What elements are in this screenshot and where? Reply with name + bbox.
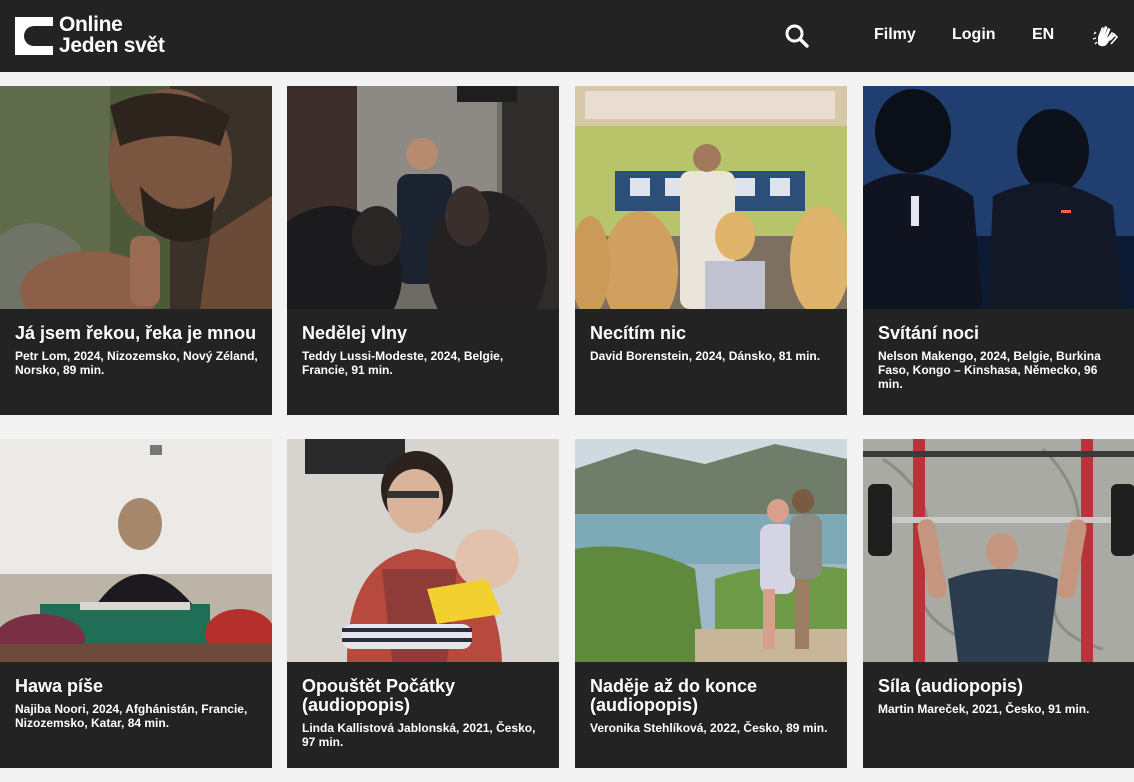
film-title: Naděje až do konce (audiopopis) <box>590 676 758 715</box>
film-meta: Teddy Lussi-Modeste, 2024, Belgie, Franc… <box>302 349 504 377</box>
film-info: Hawa píše Najiba Noori, 2024, Afghánistá… <box>15 676 260 731</box>
logo-line-1: Online <box>59 13 123 36</box>
film-card[interactable]: Nedělej vlny Teddy Lussi-Modeste, 2024, … <box>287 86 559 415</box>
film-title: Necítím nic <box>590 323 687 343</box>
film-poster <box>863 86 1134 309</box>
film-card[interactable]: Já jsem řekou, řeka je mnou Petr Lom, 20… <box>0 86 272 415</box>
film-meta: Veronika Stehlíková, 2022, Česko, 89 min… <box>590 721 828 735</box>
film-title: Síla (audiopopis) <box>878 676 1024 696</box>
film-meta: Nelson Makengo, 2024, Belgie, Burkina Fa… <box>878 349 1101 391</box>
film-title: Já jsem řekou, řeka je mnou <box>15 323 257 343</box>
film-meta: Najiba Noori, 2024, Afghánistán, Francie… <box>15 702 248 730</box>
sign-language-icon[interactable] <box>1092 22 1120 50</box>
film-meta: Petr Lom, 2024, Nizozemsko, Nový Zéland,… <box>15 349 258 377</box>
nav-login-link[interactable]: Login <box>952 25 996 45</box>
film-info: Naděje až do konce (audiopopis) Veronika… <box>590 676 835 736</box>
logo-line-2: Jeden svět <box>59 34 165 57</box>
top-bar: Online Jeden svět Filmy Login EN <box>0 0 1134 72</box>
logo-text: Online Jeden svět <box>59 14 165 56</box>
search-icon[interactable] <box>784 23 810 49</box>
film-poster <box>287 86 559 309</box>
film-card[interactable]: Síla (audiopopis) Martin Mareček, 2021, … <box>863 439 1134 768</box>
film-title: Nedělej vlny <box>302 323 408 343</box>
film-info: Opouštět Počátky (audiopopis) Linda Kall… <box>302 676 547 750</box>
film-card[interactable]: Opouštět Počátky (audiopopis) Linda Kall… <box>287 439 559 768</box>
film-meta: Martin Mareček, 2021, Česko, 91 min. <box>878 702 1090 716</box>
film-meta: Linda Kallistová Jablonská, 2021, Česko,… <box>302 721 536 749</box>
film-info: Já jsem řekou, řeka je mnou Petr Lom, 20… <box>15 323 260 378</box>
film-poster <box>0 86 272 309</box>
film-title: Hawa píše <box>15 676 104 696</box>
film-title: Svítání noci <box>878 323 980 343</box>
film-card[interactable]: Naděje až do konce (audiopopis) Veronika… <box>575 439 847 768</box>
site-logo[interactable]: Online Jeden svět <box>15 14 165 56</box>
language-switch[interactable]: EN <box>1032 25 1054 45</box>
film-poster <box>287 439 559 662</box>
film-info: Nedělej vlny Teddy Lussi-Modeste, 2024, … <box>302 323 547 378</box>
nav-films-link[interactable]: Filmy <box>874 25 916 45</box>
film-title: Opouštět Počátky (audiopopis) <box>302 676 456 715</box>
film-info: Síla (audiopopis) Martin Mareček, 2021, … <box>878 676 1123 717</box>
film-card[interactable]: Svítání noci Nelson Makengo, 2024, Belgi… <box>863 86 1134 415</box>
film-poster <box>575 439 847 662</box>
logo-mark <box>15 17 53 55</box>
film-poster <box>0 439 272 662</box>
film-info: Svítání noci Nelson Makengo, 2024, Belgi… <box>878 323 1123 392</box>
film-meta: David Borenstein, 2024, Dánsko, 81 min. <box>590 349 821 363</box>
film-poster <box>863 439 1134 662</box>
film-info: Necítím nic David Borenstein, 2024, Dáns… <box>590 323 835 364</box>
film-card[interactable]: Necítím nic David Borenstein, 2024, Dáns… <box>575 86 847 415</box>
film-card[interactable]: Hawa píše Najiba Noori, 2024, Afghánistá… <box>0 439 272 768</box>
film-poster <box>575 86 847 309</box>
